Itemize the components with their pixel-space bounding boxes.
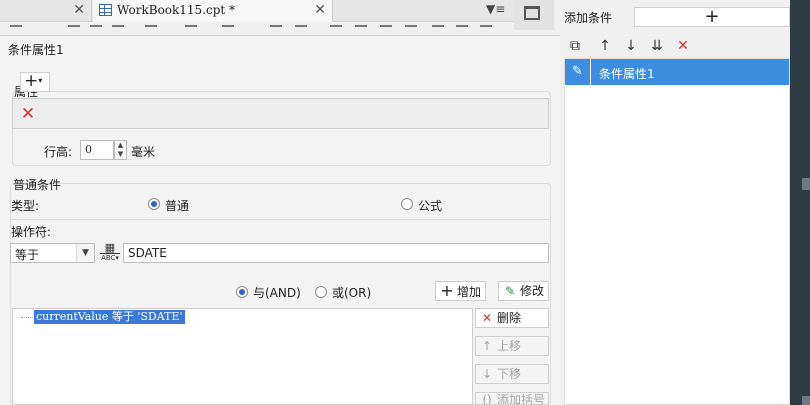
logic-and-label: 与(AND) <box>253 286 301 300</box>
toolbar-icon[interactable] <box>456 25 468 35</box>
close-icon[interactable]: ✕ <box>314 2 326 18</box>
delete-condition-button[interactable]: ✕ 删除 <box>475 308 549 328</box>
arrow-up-icon[interactable]: ↑ <box>596 37 614 55</box>
condition-list[interactable]: currentValue 等于 'SDATE' <box>12 308 473 405</box>
normal-conditions-label: 普通条件 <box>13 178 62 192</box>
toolbar-icon[interactable] <box>405 25 417 35</box>
move-up-button[interactable]: ↑ 上移 <box>475 336 549 356</box>
copy-icon[interactable]: ⧉ <box>566 37 584 55</box>
value-type-icon[interactable]: ▦ ABC▾ <box>100 242 120 262</box>
toolbar-icon[interactable] <box>380 25 392 35</box>
tab-menu-icon[interactable]: ▼≡ <box>486 2 505 16</box>
delete-icon[interactable]: ✕ <box>674 37 692 55</box>
tab-bar: ✕ WorkBook115.cpt * ✕ ▼≡ <box>0 0 514 22</box>
tab-workbook[interactable]: WorkBook115.cpt * ✕ <box>93 0 333 22</box>
toolbar-icon[interactable] <box>432 25 444 35</box>
close-icon[interactable]: ✕ <box>73 2 85 18</box>
toolbar-icon[interactable] <box>145 25 157 35</box>
logic-and-radio[interactable] <box>236 286 248 298</box>
background-mark <box>802 396 810 405</box>
move-up-label: 上移 <box>497 339 522 353</box>
delete-property-icon[interactable]: ✕ <box>17 105 39 125</box>
worksheet-icon <box>99 4 112 16</box>
toolbar-icon[interactable] <box>112 25 124 35</box>
tab-label: WorkBook115.cpt * <box>117 3 236 17</box>
logic-or-radio[interactable] <box>315 286 327 298</box>
list-item-label: 条件属性1 <box>599 67 655 81</box>
move-down-label: 下移 <box>497 367 522 381</box>
toolbar-icon[interactable] <box>480 25 492 35</box>
toolbar-icon[interactable] <box>330 25 342 35</box>
add-bracket-button[interactable]: () 添加括号 <box>475 392 549 405</box>
divider <box>10 219 551 220</box>
plus-icon: + <box>440 281 454 300</box>
row-height-label: 行高: <box>44 145 73 159</box>
type-normal-radio[interactable] <box>148 198 160 210</box>
toolbar-icon[interactable] <box>90 25 102 35</box>
arrow-down-icon[interactable]: ↓ <box>622 37 640 55</box>
add-label: 增加 <box>457 285 482 299</box>
move-bottom-icon[interactable]: ⇊ <box>648 37 666 55</box>
toolbar-partial <box>0 23 514 35</box>
pencil-icon: ✎ <box>565 59 591 85</box>
background-window-edge <box>790 0 810 405</box>
condition-row[interactable]: currentValue 等于 'SDATE' <box>34 310 185 324</box>
type-label: 类型: <box>11 199 40 213</box>
modify-icon: ✎ <box>504 284 516 298</box>
type-formula-label: 公式 <box>418 199 443 213</box>
row-height-property <box>12 98 549 129</box>
list-item[interactable]: ✎ 条件属性1 <box>565 59 789 85</box>
delete-icon: ✕ <box>481 311 493 325</box>
type-formula-radio[interactable] <box>401 198 413 210</box>
row-height-spinner[interactable]: ▲ ▼ <box>114 140 127 160</box>
condition-attribute-icon[interactable] <box>524 6 540 20</box>
add-condition-button[interactable]: + 增加 <box>435 281 486 301</box>
bracket-icon: () <box>482 393 492 405</box>
operator-select[interactable]: 等于 ▼ <box>10 243 95 263</box>
toolbar-icon[interactable] <box>10 25 22 35</box>
operator-value: 等于 <box>15 248 40 262</box>
value-input[interactable]: SDATE <box>123 243 549 263</box>
unit-label: 毫米 <box>131 145 156 159</box>
tab-previous[interactable]: ✕ <box>0 0 92 22</box>
toolbar-icon[interactable] <box>355 25 367 35</box>
right-panel-title: 添加条件 <box>564 11 613 25</box>
operator-label: 操作符: <box>11 225 52 239</box>
toolbar-icon[interactable] <box>222 25 234 35</box>
condition-attribute-list: ✎ 条件属性1 <box>564 58 790 405</box>
row-height-input[interactable]: 0 <box>80 140 114 160</box>
type-normal-label: 普通 <box>165 199 190 213</box>
add-bracket-label: 添加括号 <box>497 393 546 405</box>
tree-connector <box>21 317 33 318</box>
add-property-button[interactable]: +▾ <box>20 72 50 92</box>
chevron-down-icon[interactable]: ▼ <box>76 244 94 262</box>
arrow-up-icon: ↑ <box>481 339 493 353</box>
modify-condition-button[interactable]: ✎ 修改 <box>498 281 549 301</box>
add-condition-attribute-button[interactable]: + <box>634 7 790 27</box>
dialog-title: 条件属性1 <box>8 43 64 57</box>
move-down-button[interactable]: ↓ 下移 <box>475 364 549 384</box>
modify-label: 修改 <box>520 284 545 298</box>
toolbar-icon[interactable] <box>295 25 307 35</box>
delete-label: 删除 <box>497 311 522 325</box>
logic-or-label: 或(OR) <box>332 286 372 300</box>
toolbar-icon[interactable] <box>185 25 197 35</box>
background-mark <box>802 178 810 190</box>
arrow-down-icon: ↓ <box>481 367 493 381</box>
toolbar-icon[interactable] <box>68 25 80 35</box>
toolbar-icon[interactable] <box>270 25 282 35</box>
